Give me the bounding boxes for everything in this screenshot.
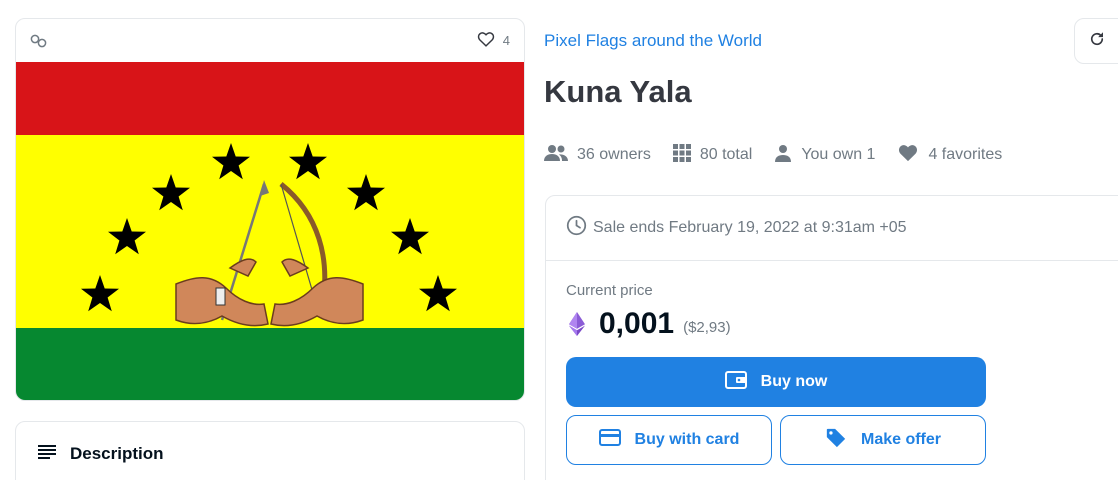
you-own-stat: You own 1 [774, 144, 875, 167]
heart-outline-icon [477, 31, 495, 50]
image-card-header: 4 [16, 19, 524, 62]
person-icon [774, 144, 792, 167]
grid-icon [672, 143, 691, 167]
ethereum-icon[interactable] [566, 312, 588, 336]
buy-with-card-label: Buy with card [634, 431, 740, 448]
wallet-icon [724, 370, 747, 394]
description-lines-icon [38, 444, 56, 464]
tag-icon [825, 427, 847, 454]
make-offer-button[interactable]: Make offer [780, 415, 986, 465]
sale-end-row: Sale ends February 19, 2022 at 9:31am +0… [546, 196, 1118, 261]
credit-card-icon [598, 429, 621, 451]
description-label: Description [70, 444, 164, 463]
buy-now-button[interactable]: Buy now [566, 357, 986, 407]
people-icon [544, 144, 568, 167]
refresh-button[interactable] [1074, 18, 1118, 64]
item-stats: 36 owners 80 total You own 1 4 favorites [544, 142, 1024, 168]
price-usd: ($2,93) [683, 318, 731, 336]
favorite-count: 4 [502, 33, 510, 48]
current-price-label: Current price [566, 282, 653, 299]
total-stat: 80 total [672, 143, 753, 167]
heart-filled-icon [897, 143, 919, 167]
price-amount: 0,001 [599, 307, 675, 340]
refresh-icon [1088, 30, 1106, 53]
asset-image-card: 4 [15, 18, 525, 401]
buy-with-card-button[interactable]: Buy with card [566, 415, 772, 465]
make-offer-label: Make offer [860, 431, 942, 448]
total-count: 80 total [699, 146, 753, 163]
favorite-toggle[interactable]: 4 [477, 31, 510, 50]
price-row: 0,001 ($2,93) [566, 307, 1118, 341]
owners-stat[interactable]: 36 owners [544, 144, 651, 167]
you-own-count: You own 1 [801, 146, 876, 163]
buy-now-label: Buy now [760, 373, 828, 390]
item-title: Kuna Yala [544, 74, 692, 109]
clock-icon [566, 215, 587, 241]
favorites-count: 4 favorites [928, 146, 1003, 163]
description-panel[interactable]: Description [15, 421, 525, 480]
polygon-chain-icon[interactable] [30, 32, 48, 50]
owners-count: 36 owners [577, 146, 651, 163]
collection-link[interactable]: Pixel Flags around the World [544, 31, 762, 51]
trade-panel: Sale ends February 19, 2022 at 9:31am +0… [545, 195, 1118, 480]
sale-ends-text: Sale ends February 19, 2022 at 9:31am +0… [593, 219, 907, 236]
kuna-yala-flag-image[interactable] [16, 62, 524, 400]
favorites-stat[interactable]: 4 favorites [897, 143, 1002, 167]
